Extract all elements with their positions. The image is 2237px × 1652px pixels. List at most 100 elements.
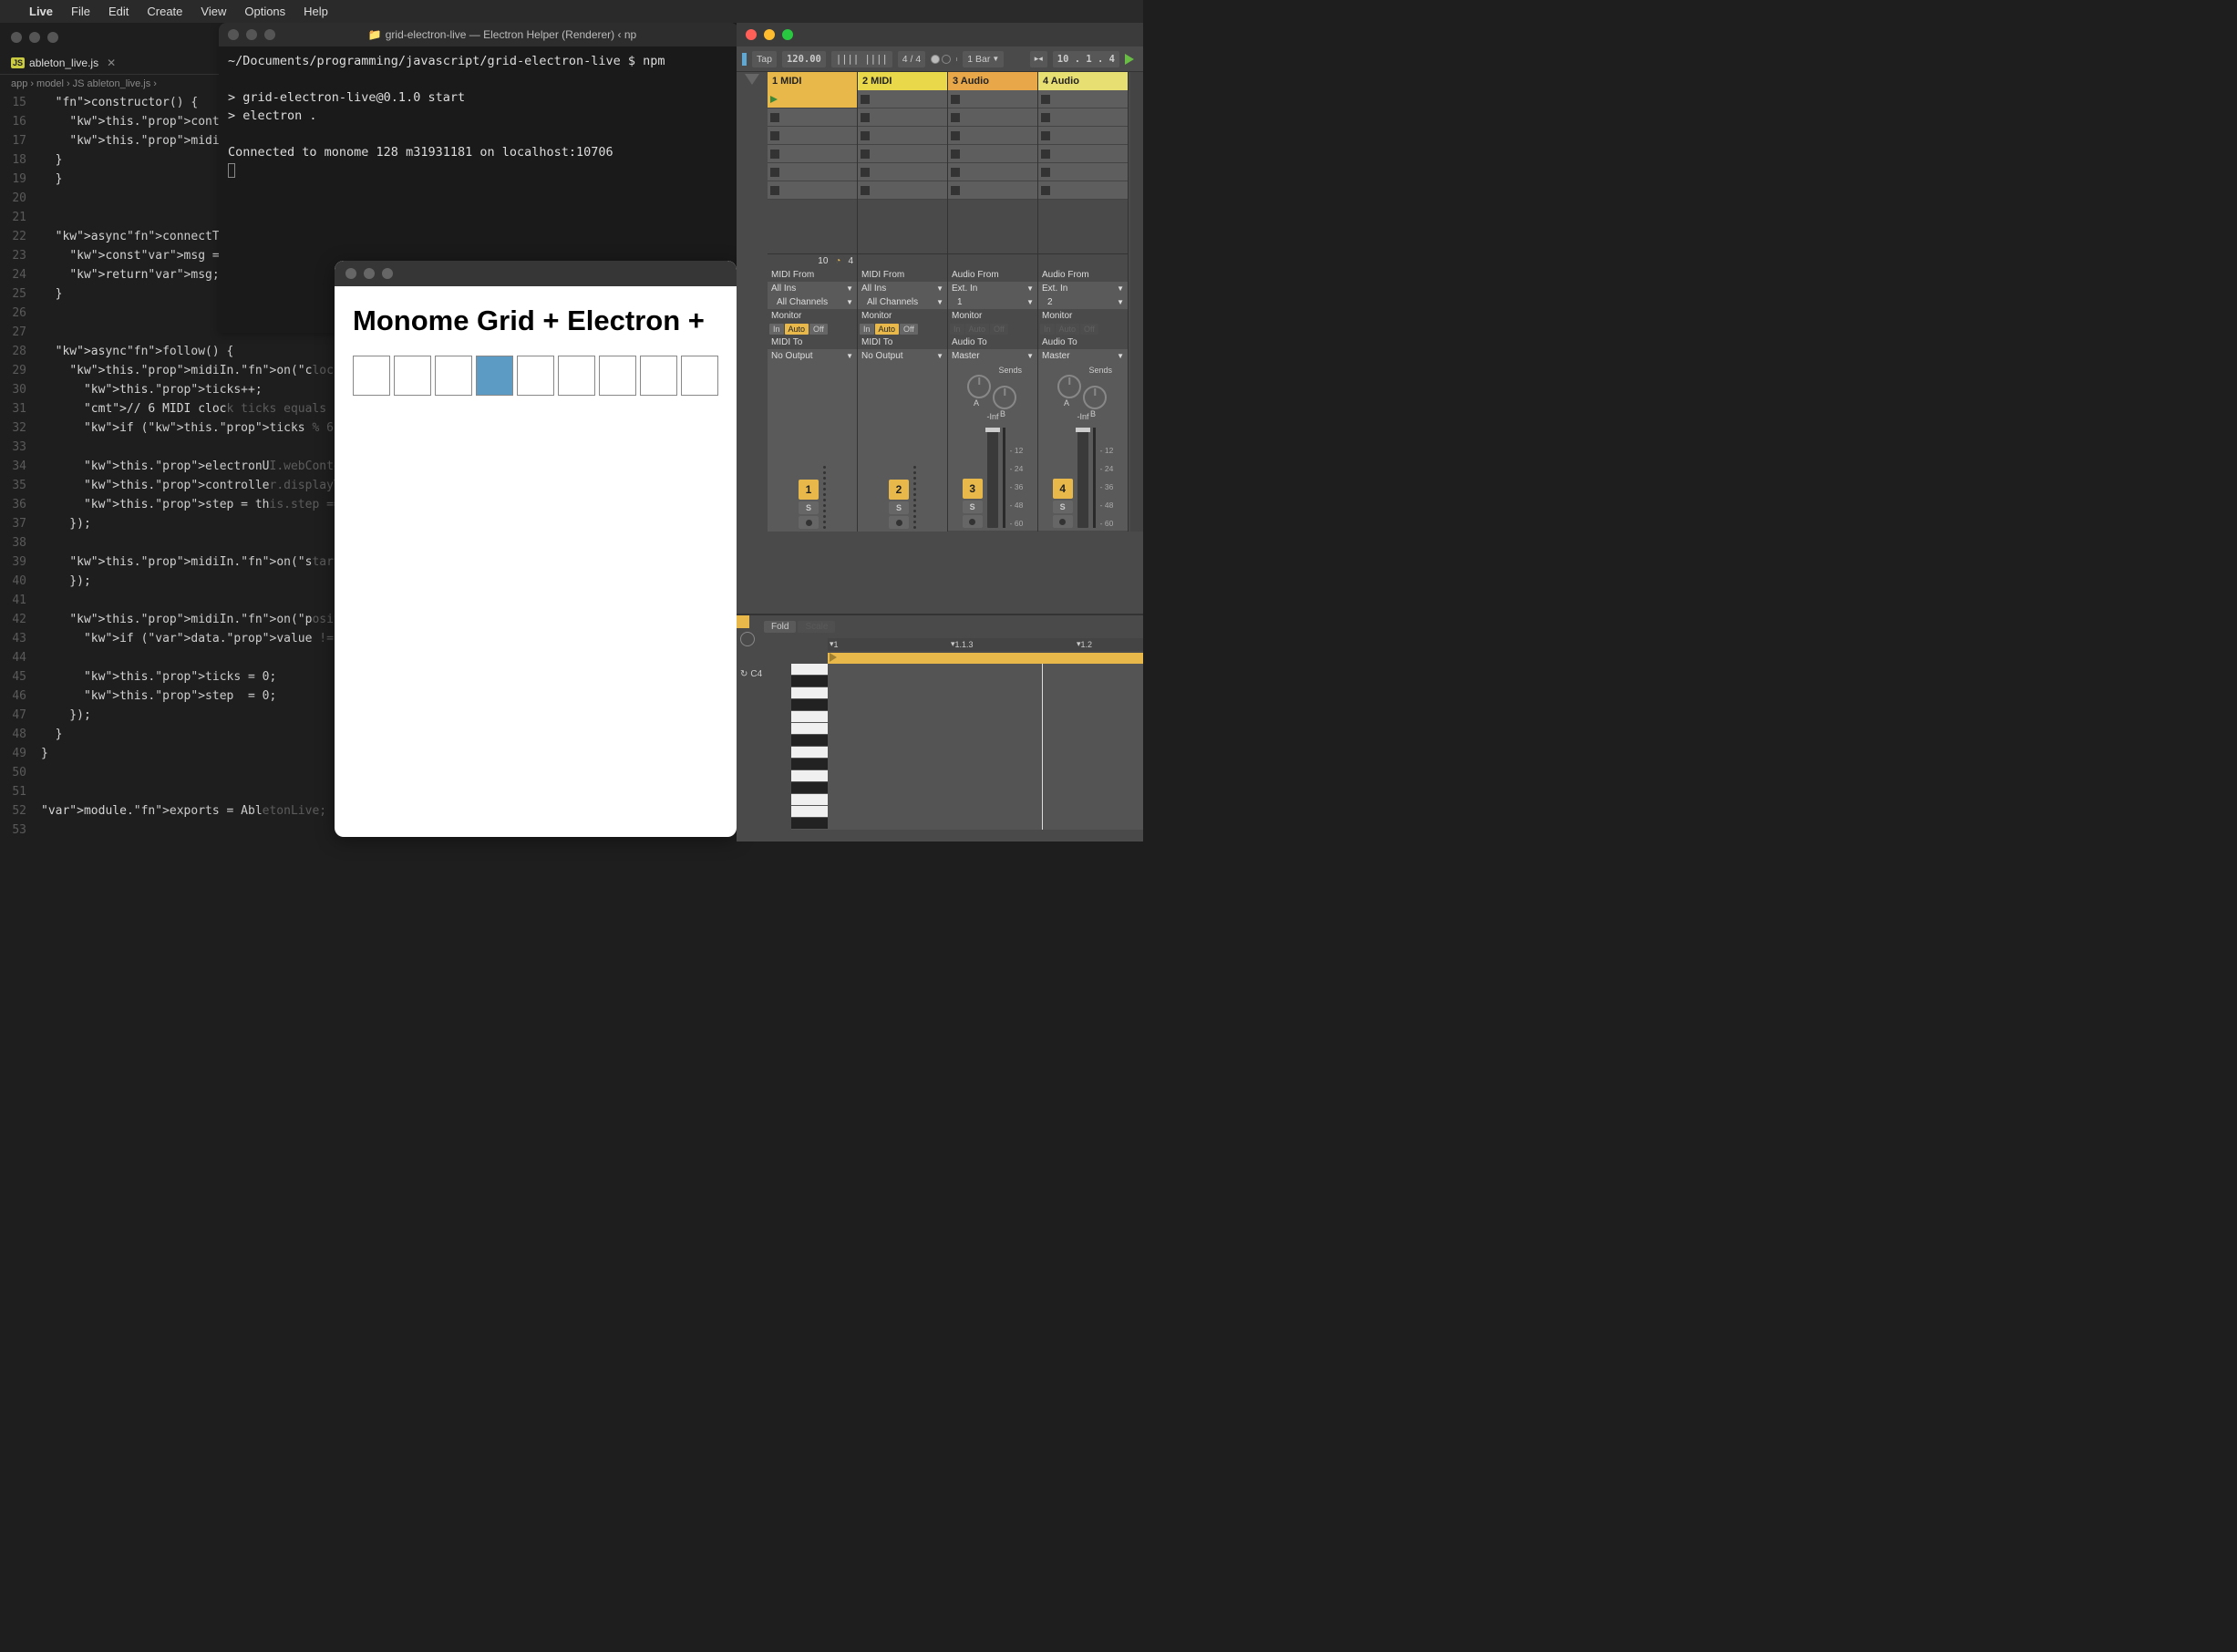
track-header[interactable]: 3 Audio: [948, 72, 1037, 90]
io-channel-select[interactable]: 2▼: [1038, 295, 1128, 309]
tempo-field[interactable]: 120.00: [782, 51, 826, 67]
piano-key[interactable]: [791, 782, 828, 794]
metronome-icon[interactable]: [931, 55, 951, 64]
crumb-1[interactable]: model: [36, 78, 64, 89]
clip-slot[interactable]: [948, 145, 1037, 163]
terminal-body[interactable]: ~/Documents/programming/javascript/grid-…: [219, 46, 738, 185]
piano-key[interactable]: [791, 711, 828, 723]
clip-slot[interactable]: [768, 108, 857, 127]
close-icon[interactable]: [746, 29, 757, 40]
loop-icon[interactable]: [740, 632, 755, 646]
io-source-select[interactable]: Ext. In▼: [1038, 282, 1128, 295]
clip-slot[interactable]: [768, 90, 857, 108]
track-header[interactable]: 1 MIDI: [768, 72, 857, 90]
clip-slot[interactable]: [1038, 145, 1128, 163]
crumb-2[interactable]: ableton_live.js: [88, 78, 151, 89]
code-line[interactable]: 41: [0, 591, 219, 610]
tap-tempo-button[interactable]: Tap: [752, 51, 777, 67]
code-line[interactable]: 36 "kw">this."prop">step = this.step == …: [0, 495, 219, 514]
io-channel-select[interactable]: 1▼: [948, 295, 1037, 309]
minimize-icon[interactable]: [364, 268, 375, 279]
minimize-icon[interactable]: [246, 29, 257, 40]
volume-fader[interactable]: [987, 428, 998, 528]
piano-key[interactable]: [791, 770, 828, 782]
tempo-nudge[interactable]: |||| ||||: [831, 51, 892, 67]
arm-button[interactable]: [963, 515, 983, 528]
code-line[interactable]: 53: [0, 821, 219, 840]
code-line[interactable]: 40 });: [0, 572, 219, 591]
code-line[interactable]: 48 }: [0, 725, 219, 744]
monitor-buttons[interactable]: In Auto Off: [948, 323, 1037, 336]
code-line[interactable]: 19 }: [0, 170, 219, 189]
solo-button[interactable]: S: [889, 501, 909, 514]
link-indicator[interactable]: [742, 53, 747, 66]
clip-slot[interactable]: [858, 108, 947, 127]
code-line[interactable]: 23 "kw">const "var">msg = "var">await th…: [0, 246, 219, 265]
solo-button[interactable]: S: [1053, 501, 1073, 513]
code-line[interactable]: 49}: [0, 744, 219, 763]
io-source-select[interactable]: Ext. In▼: [948, 282, 1037, 295]
solo-button[interactable]: S: [799, 501, 819, 514]
io-dest-select[interactable]: No Output▼: [858, 349, 947, 363]
code-line[interactable]: 32 "kw">if ("kw">this."prop">ticks % 6 !…: [0, 418, 219, 438]
io-source-select[interactable]: All Ins▼: [768, 282, 857, 295]
clip-editor-corner[interactable]: [737, 615, 749, 628]
grid-cell[interactable]: [681, 356, 718, 396]
clip-slot[interactable]: [858, 127, 947, 145]
io-dest-select[interactable]: Master▼: [948, 349, 1037, 363]
grid-cell[interactable]: [435, 356, 472, 396]
quantize-menu[interactable]: 1 Bar ▼: [963, 51, 1004, 67]
close-icon[interactable]: [11, 32, 22, 43]
zoom-icon[interactable]: [382, 268, 393, 279]
play-button[interactable]: [1125, 54, 1134, 65]
ableton-traffic-lights[interactable]: [737, 23, 1143, 46]
grid-cell[interactable]: [640, 356, 677, 396]
track-activator[interactable]: 4: [1053, 479, 1073, 499]
clip-slot[interactable]: [768, 127, 857, 145]
clip-slot[interactable]: [858, 145, 947, 163]
volume-fader[interactable]: [1077, 428, 1088, 528]
code-line[interactable]: 24 "kw">return "var">msg;: [0, 265, 219, 284]
piano-key[interactable]: [791, 735, 828, 747]
piano-key[interactable]: [791, 759, 828, 770]
code-line[interactable]: 31 "cmt">// 6 MIDI clock ticks equals: [0, 399, 219, 418]
close-icon[interactable]: [345, 268, 356, 279]
piano-key[interactable]: [791, 723, 828, 735]
grid-cell[interactable]: [517, 356, 554, 396]
minimize-icon[interactable]: [764, 29, 775, 40]
code-line[interactable]: 22 "kw">async "fn">connectToGrid() {: [0, 227, 219, 246]
arm-button[interactable]: [1053, 515, 1073, 528]
clip-slot[interactable]: [1038, 127, 1128, 145]
close-icon[interactable]: [228, 29, 239, 40]
code-line[interactable]: 27: [0, 323, 219, 342]
fold-button[interactable]: Fold: [764, 621, 796, 633]
code-line[interactable]: 17 "kw">this."prop">midiIn = new easymid…: [0, 131, 219, 150]
clip-ruler[interactable]: ▾1 ▾1.1.3 ▾1.2: [828, 638, 1143, 651]
clip-slot[interactable]: [1038, 181, 1128, 200]
solo-button[interactable]: S: [963, 501, 983, 513]
arm-button[interactable]: [799, 516, 819, 529]
tab-close-icon[interactable]: ✕: [107, 57, 116, 69]
piano-key[interactable]: [791, 687, 828, 699]
code-line[interactable]: 26: [0, 304, 219, 323]
track-drop-area[interactable]: [1038, 200, 1128, 254]
clip-slot[interactable]: [948, 127, 1037, 145]
menu-create[interactable]: Create: [147, 5, 182, 18]
piano-roll-keys[interactable]: [791, 664, 828, 830]
scale-button[interactable]: Scale: [798, 621, 835, 633]
clip-slot[interactable]: [948, 90, 1037, 108]
code-line[interactable]: 42 "kw">this."prop">midiIn."fn">on("posi…: [0, 610, 219, 629]
code-line[interactable]: 30 "kw">this."prop">ticks++;: [0, 380, 219, 399]
piano-key[interactable]: [791, 699, 828, 711]
zoom-icon[interactable]: [47, 32, 58, 43]
crumb-0[interactable]: app: [11, 78, 27, 89]
code-line[interactable]: 52"var">module."fn">exports = AbletonLiv…: [0, 801, 219, 821]
clip-slot[interactable]: [948, 108, 1037, 127]
monitor-buttons[interactable]: In Auto Off: [858, 323, 947, 336]
io-channel-select[interactable]: All Channels▼: [768, 295, 857, 309]
clip-slot[interactable]: [1038, 108, 1128, 127]
clip-slot[interactable]: [948, 163, 1037, 181]
code-line[interactable]: 15 "fn">constructor() {: [0, 93, 219, 112]
clip-slot[interactable]: [1038, 163, 1128, 181]
piano-key[interactable]: [791, 747, 828, 759]
